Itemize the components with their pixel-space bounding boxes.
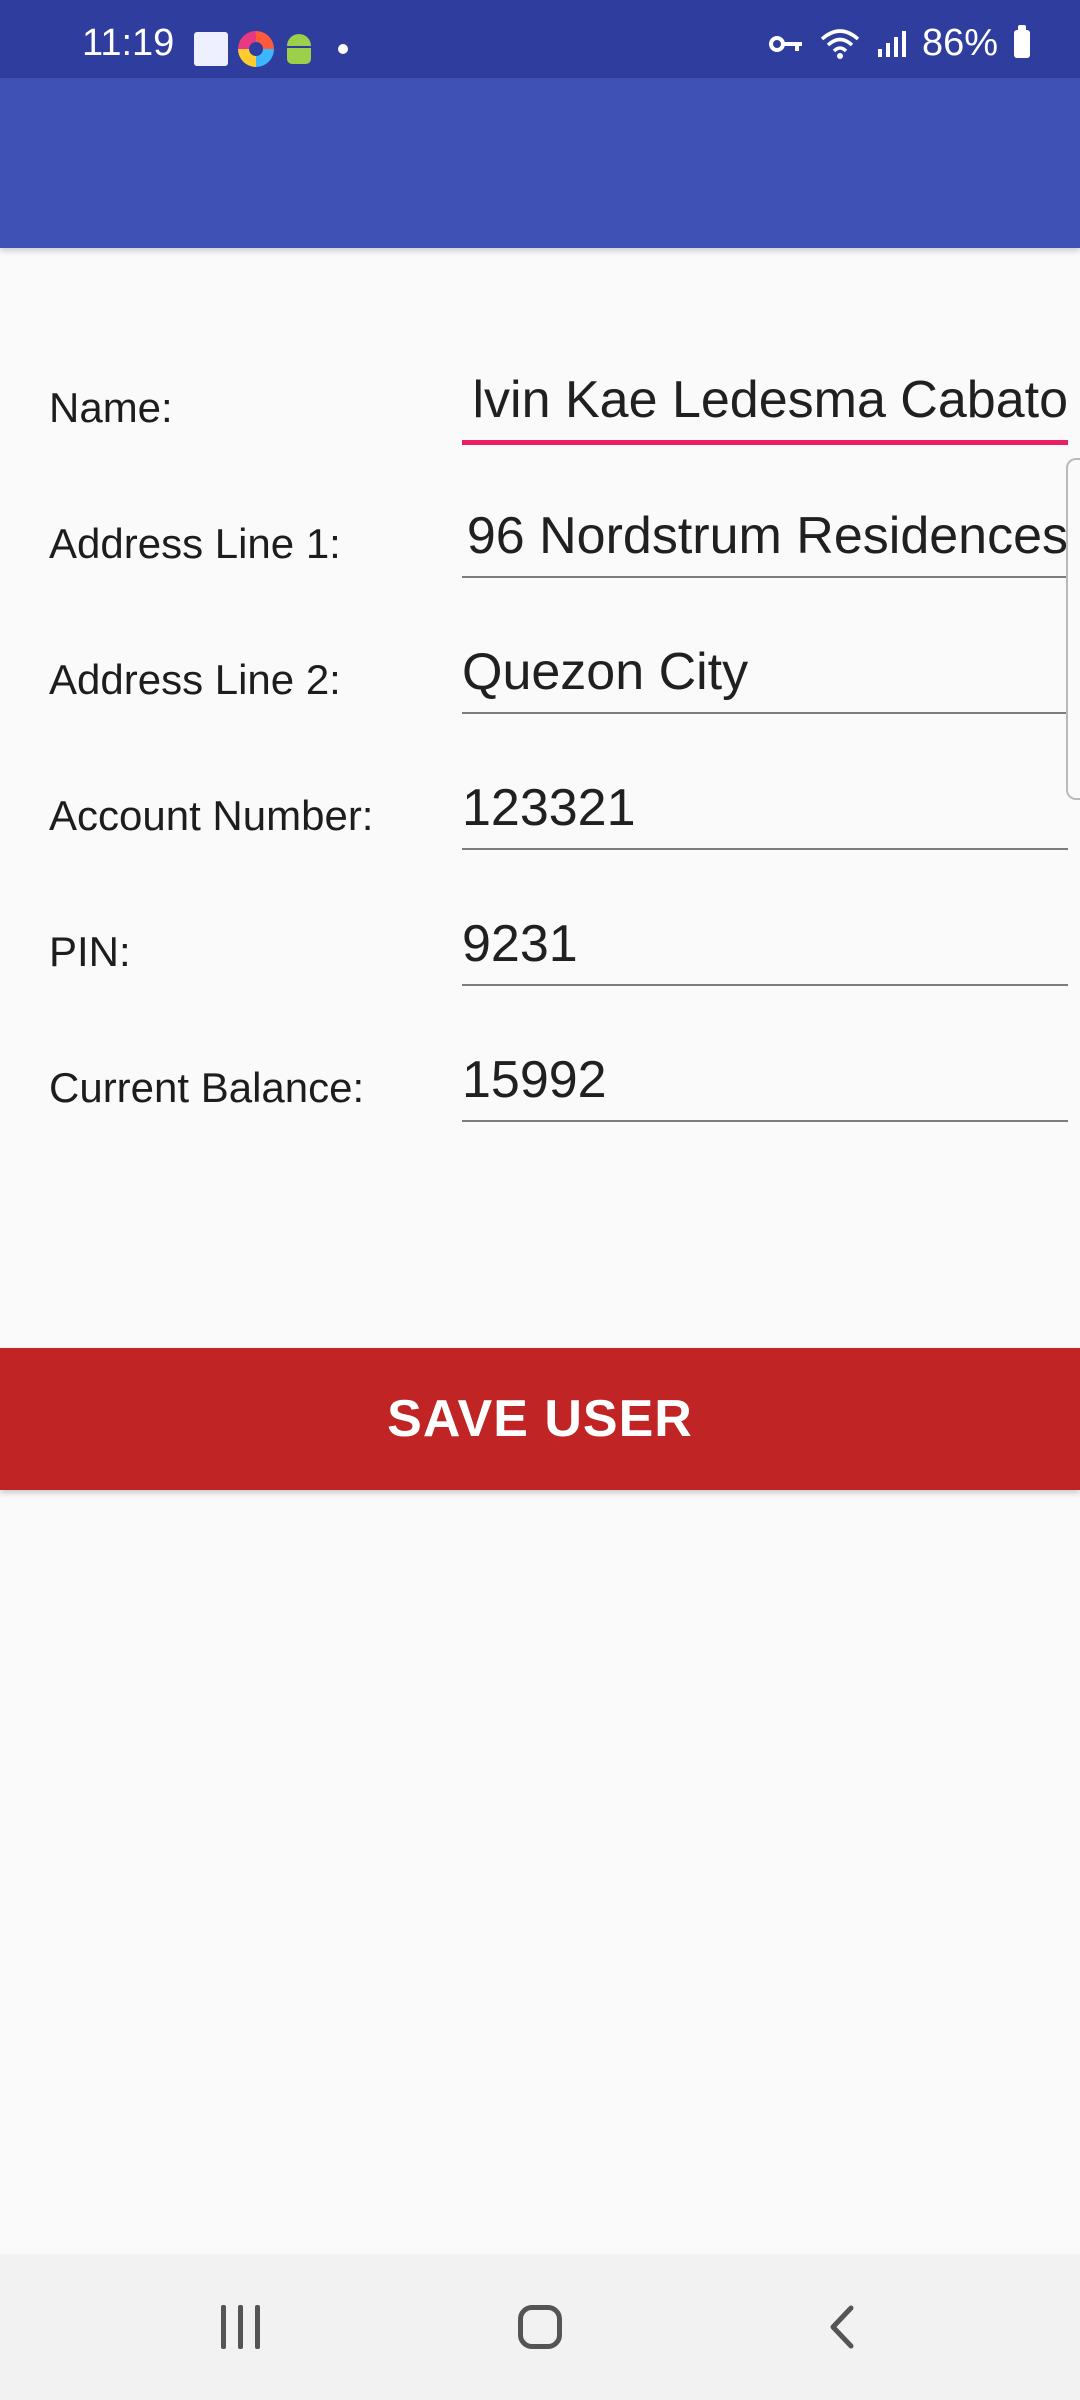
app-bar (0, 78, 1080, 248)
home-button[interactable] (460, 2254, 620, 2400)
name-value: lvin Kae Ledesma Cabato (472, 371, 1069, 429)
vpn-key-icon (768, 35, 802, 52)
square-app-icon (194, 32, 228, 66)
status-time: 11:19 (82, 22, 175, 64)
browser-icon (238, 31, 274, 67)
name-row: Name: lvin Kae Ledesma Cabato (0, 340, 1080, 476)
notification-icons (194, 31, 348, 67)
battery-percent: 86% (921, 22, 998, 64)
save-user-button[interactable]: SAVE USER (0, 1348, 1080, 1490)
address-line-2-label: Address Line 2: (49, 656, 341, 703)
status-bar: 11:19 86% (0, 0, 1080, 78)
navigation-bar (0, 2254, 1080, 2400)
address-line-1-label: Address Line 1: (49, 520, 341, 567)
name-label: Name: (49, 384, 173, 431)
signal-icon (877, 30, 906, 57)
current-balance-row: Current Balance: 15992 (0, 1020, 1080, 1156)
address-line-1-value: 96 Nordstrum Residences (466, 507, 1068, 565)
wifi-icon (820, 28, 860, 59)
notification-dot-icon (338, 44, 348, 54)
address-line-2-value: Quezon City (462, 643, 749, 701)
pin-value: 9231 (462, 915, 578, 973)
pin-label: PIN: (49, 928, 131, 975)
pin-row: PIN: 9231 (0, 884, 1080, 1020)
home-icon (518, 2305, 562, 2349)
account-number-value: 123321 (462, 779, 636, 837)
android-icon (284, 32, 314, 66)
account-number-row: Account Number: 123321 (0, 748, 1080, 884)
battery-icon (1014, 24, 1030, 58)
address-line-1-row: Address Line 1: 96 Nordstrum Residences (0, 476, 1080, 612)
pin-input[interactable]: 9231 (462, 902, 1068, 986)
scroll-indicator[interactable] (1066, 458, 1080, 800)
account-number-input[interactable]: 123321 (462, 766, 1068, 850)
system-icons: 86% (768, 22, 1030, 65)
address-line-2-input[interactable]: Quezon City (462, 630, 1068, 714)
back-icon (830, 2305, 854, 2349)
back-button[interactable] (762, 2254, 922, 2400)
current-balance-label: Current Balance: (49, 1064, 365, 1111)
address-line-1-input[interactable]: 96 Nordstrum Residences (462, 494, 1068, 578)
current-balance-input[interactable]: 15992 (462, 1038, 1068, 1122)
recents-icon (220, 2305, 260, 2349)
recents-button[interactable] (160, 2254, 320, 2400)
name-input[interactable]: lvin Kae Ledesma Cabato (462, 358, 1068, 445)
current-balance-value: 15992 (462, 1051, 607, 1109)
account-number-label: Account Number: (49, 792, 374, 839)
address-line-2-row: Address Line 2: Quezon City (0, 612, 1080, 748)
